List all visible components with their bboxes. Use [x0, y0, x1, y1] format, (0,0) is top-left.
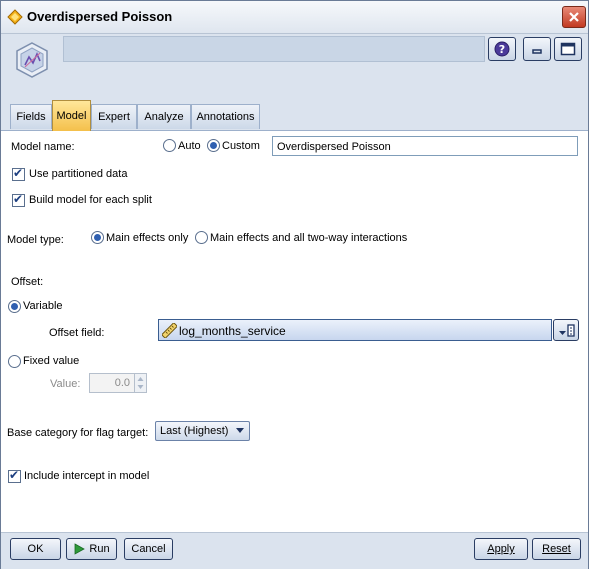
model-name-input[interactable]: Overdispersed Poisson: [272, 136, 578, 156]
apply-button[interactable]: Apply: [474, 538, 528, 560]
build-each-split-label: Build model for each split: [29, 194, 152, 206]
stepper-arrows-icon: [137, 377, 144, 389]
diamond-node-icon: [7, 9, 23, 25]
window-title: Overdispersed Poisson: [27, 9, 173, 24]
base-category-value: Last (Highest): [160, 425, 229, 437]
maximize-icon: [560, 42, 576, 56]
two-way-interactions-radio[interactable]: [195, 231, 208, 244]
help-button[interactable]: ?: [488, 37, 516, 61]
svg-text:?: ?: [499, 43, 505, 56]
base-category-label: Base category for flag target:: [7, 427, 149, 439]
run-button[interactable]: Run: [66, 538, 117, 560]
build-each-split-checkbox[interactable]: [12, 192, 25, 207]
model-name-label: Model name:: [11, 141, 75, 153]
model-node-icon: [16, 42, 48, 78]
tab-model[interactable]: Model: [52, 100, 91, 131]
model-name-custom-radio[interactable]: [207, 139, 220, 152]
offset-label: Offset:: [11, 276, 44, 288]
two-way-interactions-label: Main effects and all two-way interaction…: [210, 232, 408, 244]
base-category-select[interactable]: Last (Highest): [155, 421, 250, 441]
dialog-window: Overdispersed Poisson ? Fields Model Exp…: [0, 0, 589, 569]
include-intercept-checkbox[interactable]: [8, 468, 21, 483]
model-name-auto-radio[interactable]: [163, 139, 176, 152]
cancel-button-label: Cancel: [131, 543, 166, 555]
offset-value-label: Value:: [50, 378, 81, 390]
model-name-auto-label: Auto: [178, 140, 201, 152]
offset-value-input[interactable]: 0.0: [89, 373, 135, 393]
field-picker-button[interactable]: [553, 319, 579, 341]
minimize-button[interactable]: [523, 37, 551, 61]
tab-annotations[interactable]: Annotations: [191, 104, 260, 129]
ok-button-label: OK: [27, 543, 44, 555]
offset-field-label: Offset field:: [49, 327, 105, 339]
node-name-field[interactable]: [63, 36, 485, 62]
offset-variable-radio[interactable]: [8, 300, 21, 313]
tab-analyze[interactable]: Analyze: [137, 104, 191, 129]
offset-fixed-radio[interactable]: [8, 355, 21, 368]
main-effects-radio[interactable]: [91, 231, 104, 244]
model-name-custom-label: Custom: [222, 140, 260, 152]
run-button-label: Run: [89, 543, 110, 555]
close-icon: [569, 12, 579, 22]
main-effects-label: Main effects only: [106, 232, 189, 244]
minimize-icon: [532, 49, 542, 54]
chevron-down-icon: [236, 428, 244, 433]
model-type-label: Model type:: [7, 234, 64, 246]
use-partitioned-label: Use partitioned data: [29, 168, 128, 180]
offset-field-select[interactable]: log_months_service: [158, 319, 552, 341]
offset-field-value: log_months_service: [179, 324, 286, 338]
include-intercept-label: Include intercept in model: [24, 470, 150, 482]
cancel-button[interactable]: Cancel: [124, 538, 173, 560]
maximize-button[interactable]: [554, 37, 582, 61]
use-partitioned-checkbox[interactable]: [12, 166, 25, 181]
play-icon: [75, 543, 86, 555]
offset-variable-label: Variable: [23, 300, 63, 312]
offset-value-stepper[interactable]: [134, 373, 147, 393]
ruler-icon: [162, 323, 177, 338]
reset-button-label: Reset: [542, 543, 571, 555]
reset-button[interactable]: Reset: [532, 538, 581, 560]
tab-fields[interactable]: Fields: [10, 104, 52, 129]
close-button[interactable]: [562, 6, 586, 28]
ok-button[interactable]: OK: [10, 538, 61, 560]
tab-expert[interactable]: Expert: [91, 104, 137, 129]
help-icon: ?: [494, 41, 510, 57]
offset-fixed-label: Fixed value: [23, 355, 80, 367]
field-picker-icon: [559, 324, 575, 337]
apply-button-label: Apply: [487, 543, 515, 555]
